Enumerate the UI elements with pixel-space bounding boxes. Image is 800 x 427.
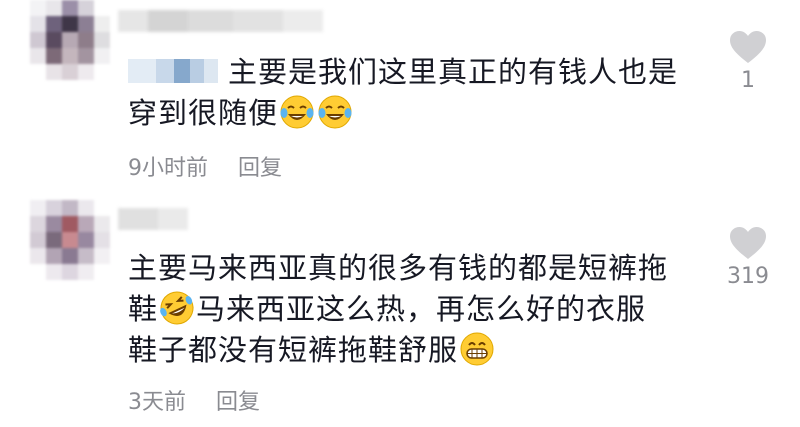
- comment-text: 主要马来西亚真的很多有钱的都是短裤拖鞋 马来西亚这么热，再怎么好的衣服鞋子都没有…: [128, 248, 708, 371]
- mention-blurred[interactable]: [128, 59, 218, 83]
- username-blurred[interactable]: [118, 208, 188, 230]
- comment-meta: 3天前 回复: [128, 384, 260, 416]
- comment-item: 主要是我们这里真正的有钱人也是穿到很随便 9小时前 回复 1: [0, 0, 800, 200]
- heart-icon[interactable]: [729, 30, 767, 64]
- reply-button[interactable]: 回复: [238, 150, 282, 182]
- comment-item: 主要马来西亚真的很多有钱的都是短裤拖鞋 马来西亚这么热，再怎么好的衣服鞋子都没有…: [0, 196, 800, 427]
- username-blurred[interactable]: [118, 10, 323, 32]
- like-button[interactable]: 319: [722, 226, 774, 289]
- comment-time: 9小时前: [128, 156, 208, 181]
- comment-text: 主要是我们这里真正的有钱人也是穿到很随便: [128, 52, 688, 134]
- comment-meta: 9小时前 回复: [128, 150, 282, 182]
- comment-text-line: 主要马来西亚真的很多有钱的都是短裤拖: [128, 251, 669, 285]
- like-button[interactable]: 1: [728, 30, 768, 93]
- comment-text-line: 穿到很随便: [128, 96, 279, 130]
- comment-text-line: 鞋: [128, 292, 159, 326]
- avatar[interactable]: [30, 0, 110, 80]
- avatar[interactable]: [30, 200, 110, 280]
- heart-icon[interactable]: [729, 226, 767, 260]
- comment-text-line: 鞋子都没有短裤拖鞋舒服: [128, 333, 459, 367]
- rofl-emoji: [160, 291, 194, 325]
- comment-text-line: 主要是我们这里真正的有钱人也是: [228, 55, 679, 89]
- grin-emoji: [460, 332, 494, 366]
- like-count: 1: [741, 68, 755, 93]
- comment-time: 3天前: [128, 390, 186, 415]
- reply-button[interactable]: 回复: [216, 384, 260, 416]
- like-count: 319: [727, 264, 769, 289]
- comment-text-line: 马来西亚这么热，再怎么好的衣服: [196, 292, 647, 326]
- laugh-cry-emoji: [318, 95, 352, 129]
- laugh-cry-emoji: [280, 95, 314, 129]
